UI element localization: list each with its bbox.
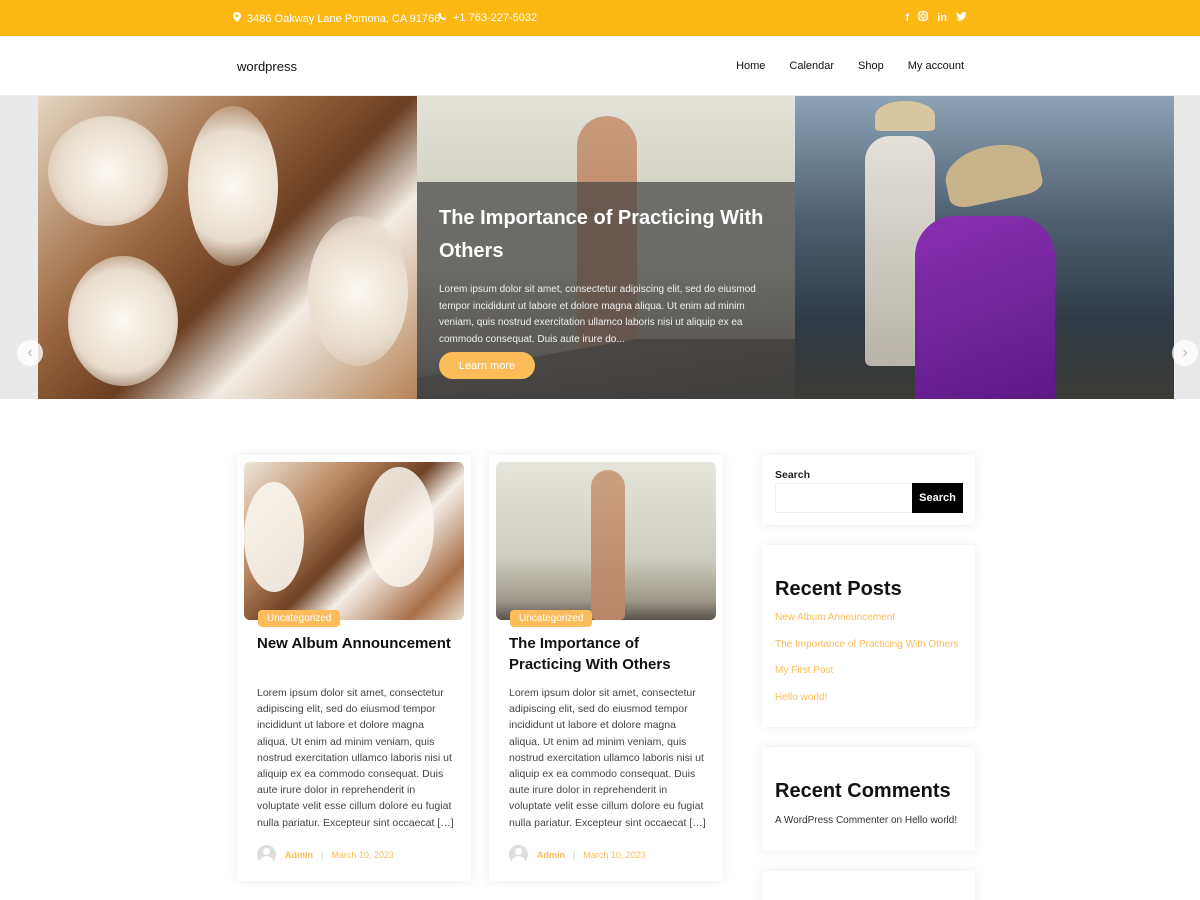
post-card: Uncategorized The Importance of Practici… xyxy=(489,455,723,881)
site-logo[interactable]: wordpress xyxy=(237,59,297,74)
recent-posts-list: New Album Announcement The Importance of… xyxy=(775,612,958,718)
nav-item-shop[interactable]: Shop xyxy=(858,60,884,72)
slider-next-icon[interactable]: › xyxy=(1172,340,1198,366)
address-info: 3486 Oakway Lane Pomona, CA 91766 xyxy=(233,12,440,25)
meta-separator: | xyxy=(321,849,324,860)
facebook-icon[interactable]: f xyxy=(906,12,910,24)
recent-post-link[interactable]: The Importance of Practicing With Others xyxy=(775,639,958,666)
nav-item-calendar[interactable]: Calendar xyxy=(789,60,834,72)
avatar xyxy=(257,845,276,864)
learn-more-button[interactable]: Learn more xyxy=(439,352,535,379)
recent-comments-title: Recent Comments xyxy=(775,780,951,802)
comment-item: A WordPress Commenter on Hello world! xyxy=(775,815,957,826)
slide-text: Lorem ipsum dolor sit amet, consectetur … xyxy=(439,284,756,345)
recent-posts-widget: Recent Posts New Album Announcement The … xyxy=(762,545,975,727)
nav-item-my-account[interactable]: My account xyxy=(908,60,964,72)
post-card: Uncategorized New Album Announcement Lor… xyxy=(237,455,471,881)
recent-post-link[interactable]: Hello world! xyxy=(775,692,958,719)
post-excerpt: Lorem ipsum dolor sit amet, consectetur … xyxy=(509,687,706,829)
recent-comments-widget: Recent Comments A WordPress Commenter on… xyxy=(762,747,975,851)
map-pin-icon xyxy=(233,12,241,25)
search-input[interactable] xyxy=(775,483,913,513)
address-text: 3486 Oakway Lane Pomona, CA 91766 xyxy=(247,12,441,25)
main-nav: Home Calendar Shop My account xyxy=(736,60,964,72)
slide-image-boat xyxy=(795,96,1174,399)
slide-title[interactable]: The Importance of Practicing With Others xyxy=(439,202,773,268)
slider-prev-icon[interactable]: ‹ xyxy=(17,340,43,366)
sidebar-widget xyxy=(762,871,975,900)
post-author[interactable]: Admin xyxy=(285,850,313,860)
category-badge[interactable]: Uncategorized xyxy=(510,610,593,627)
post-date[interactable]: March 10, 2023 xyxy=(331,850,394,860)
post-author[interactable]: Admin xyxy=(537,850,565,860)
post-title[interactable]: New Album Announcement xyxy=(257,633,457,654)
phone-text: +1 763-227-5032 xyxy=(453,12,538,24)
category-badge[interactable]: Uncategorized xyxy=(258,610,341,627)
comment-author[interactable]: A WordPress Commenter xyxy=(775,815,888,826)
post-thumbnail[interactable] xyxy=(244,462,464,620)
phone-icon xyxy=(438,12,447,24)
slide-image-fashion xyxy=(38,96,417,399)
slide-caption: The Importance of Practicing With Others… xyxy=(417,182,795,399)
instagram-icon[interactable] xyxy=(918,11,929,24)
post-title[interactable]: The Importance of Practicing With Others xyxy=(509,633,709,675)
top-bar: 3486 Oakway Lane Pomona, CA 91766 +1 763… xyxy=(0,0,1200,36)
comment-post-link[interactable]: Hello world! xyxy=(905,815,957,826)
hero-slider: The Importance of Practicing With Others… xyxy=(0,96,1200,399)
search-widget: Search Search xyxy=(762,455,975,525)
recent-posts-title: Recent Posts xyxy=(775,578,902,600)
post-meta: Admin | March 10, 2023 xyxy=(257,845,394,864)
search-label: Search xyxy=(775,469,811,481)
search-button[interactable]: Search xyxy=(912,483,963,513)
site-header: wordpress Home Calendar Shop My account xyxy=(0,36,1200,96)
recent-post-link[interactable]: My First Post xyxy=(775,665,958,692)
meta-separator: | xyxy=(573,849,576,860)
post-meta: Admin | March 10, 2023 xyxy=(509,845,646,864)
twitter-icon[interactable] xyxy=(956,11,967,24)
avatar xyxy=(509,845,528,864)
post-excerpt: Lorem ipsum dolor sit amet, consectetur … xyxy=(257,687,454,829)
phone-info: +1 763-227-5032 xyxy=(438,12,537,24)
recent-post-link[interactable]: New Album Announcement xyxy=(775,612,958,639)
social-links: f in xyxy=(906,11,967,24)
post-thumbnail[interactable] xyxy=(496,462,716,620)
post-date[interactable]: March 10, 2023 xyxy=(583,850,646,860)
comment-on-text: on xyxy=(890,815,903,826)
nav-item-home[interactable]: Home xyxy=(736,60,765,72)
linkedin-icon[interactable]: in xyxy=(937,12,947,24)
